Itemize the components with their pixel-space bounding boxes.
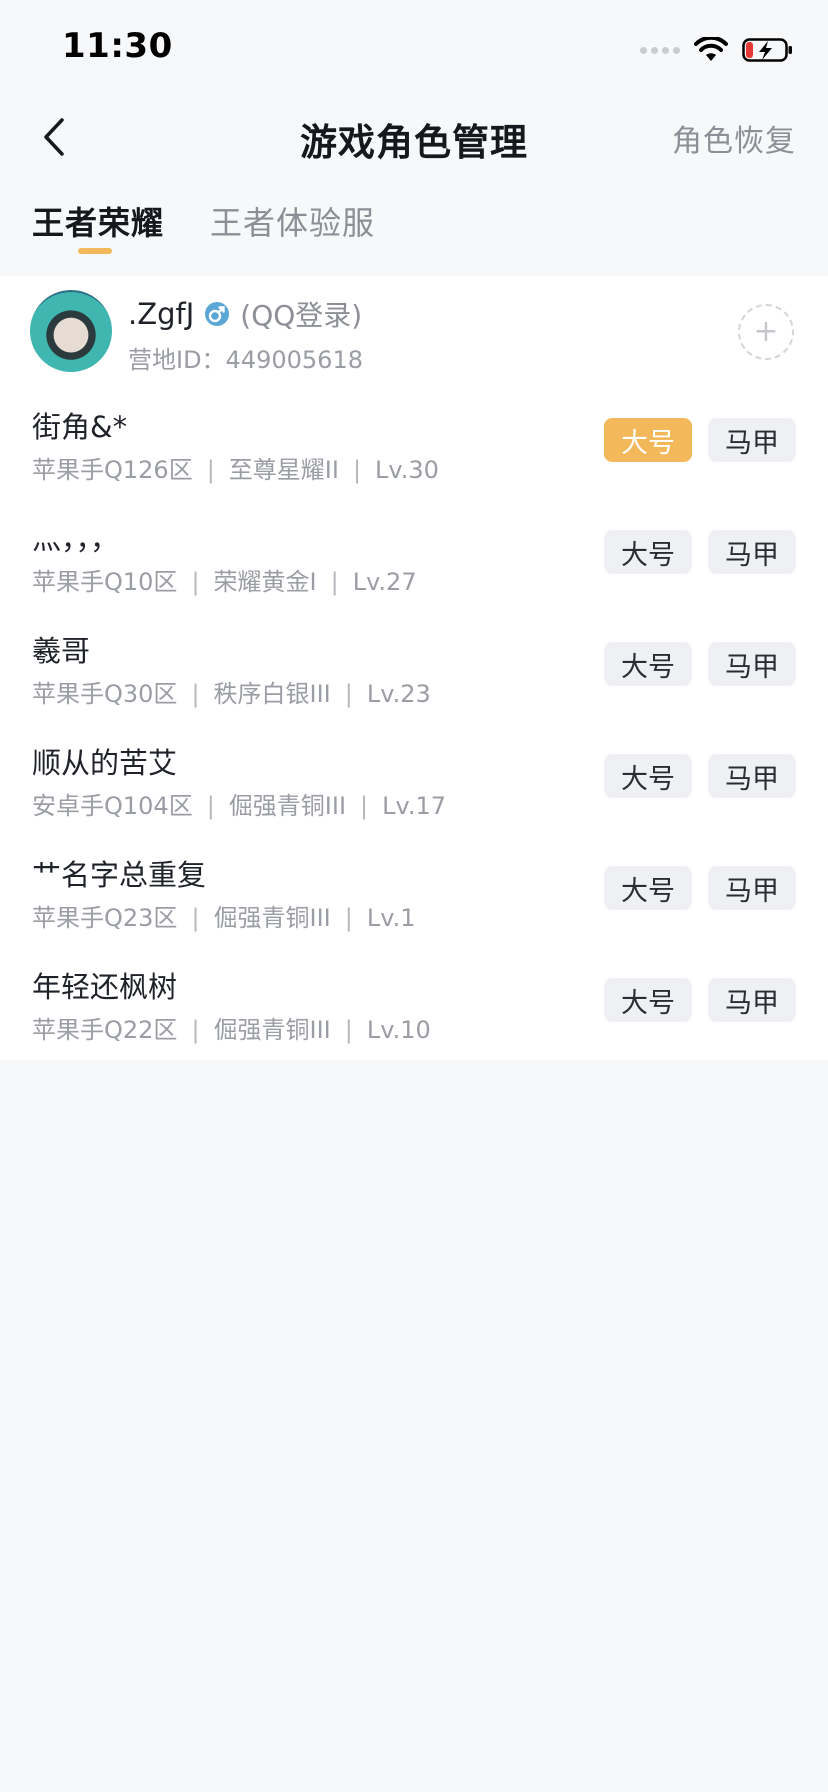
status-bar: 11:30	[0, 0, 828, 100]
role-rank: 秩序白银III	[213, 680, 331, 708]
battery-charging-icon	[742, 38, 792, 62]
male-icon	[205, 302, 230, 326]
role-rank: 倔强青铜III	[213, 904, 331, 932]
alt-account-button[interactable]: 马甲	[708, 978, 796, 1022]
alt-account-button[interactable]: 马甲	[708, 642, 796, 686]
role-server: 安卓手Q104区	[32, 792, 193, 820]
role-card: .ZgfJ (QQ登录) 营地ID：449005618 + 街角&* 苹果手Q1…	[0, 276, 828, 1060]
role-level: Lv.23	[366, 680, 431, 708]
role-row[interactable]: 艹名字总重复 苹果手Q23区 | 倔强青铜III | Lv.1 大号 马甲	[0, 852, 828, 964]
role-row[interactable]: 顺从的苦艾 安卓手Q104区 | 倔强青铜III | Lv.17 大号 马甲	[0, 740, 828, 852]
nav-bar: 游戏角色管理 角色恢复	[0, 100, 828, 174]
game-tabs: 王者荣耀 王者体验服	[0, 190, 828, 264]
camp-id: 营地ID：449005618	[128, 346, 363, 374]
role-level: Lv.10	[366, 1016, 431, 1044]
account-name-line: .ZgfJ (QQ登录)	[128, 294, 362, 334]
account-name: .ZgfJ	[128, 297, 195, 331]
role-name: 羲哥	[32, 634, 91, 668]
role-level: Lv.1	[366, 904, 416, 932]
role-meta: 安卓手Q104区 | 倔强青铜III | Lv.17	[32, 792, 447, 820]
role-server: 苹果手Q23区	[32, 904, 178, 932]
role-server: 苹果手Q22区	[32, 1016, 178, 1044]
role-row[interactable]: 羲哥 苹果手Q30区 | 秩序白银III | Lv.23 大号 马甲	[0, 628, 828, 740]
tab-honor-of-kings[interactable]: 王者荣耀	[32, 198, 164, 244]
role-meta: 苹果手Q22区 | 倔强青铜III | Lv.10	[32, 1016, 431, 1044]
role-name: 年轻还枫树	[32, 970, 178, 1004]
status-icons	[640, 32, 794, 68]
main-account-button[interactable]: 大号	[604, 642, 692, 686]
add-account-button[interactable]: +	[738, 304, 794, 360]
role-server: 苹果手Q126区	[32, 456, 193, 484]
plus-icon: +	[753, 314, 779, 349]
role-meta: 苹果手Q30区 | 秩序白银III | Lv.23	[32, 680, 431, 708]
account-row: .ZgfJ (QQ登录) 营地ID：449005618 +	[0, 276, 828, 386]
role-rank: 倔强青铜III	[213, 1016, 331, 1044]
role-name: 灬，，，	[32, 522, 120, 556]
cellular-signal-icon	[640, 46, 680, 54]
role-name: 顺从的苦艾	[32, 746, 178, 780]
tab-active-indicator	[78, 248, 112, 254]
login-type: (QQ登录)	[240, 299, 363, 332]
status-time: 11:30	[62, 26, 173, 66]
tab-experience-server[interactable]: 王者体验服	[210, 198, 375, 244]
role-name: 街角&*	[32, 410, 128, 444]
alt-account-button[interactable]: 马甲	[708, 418, 796, 462]
role-level: Lv.30	[375, 456, 439, 484]
role-name: 艹名字总重复	[32, 858, 207, 892]
role-meta: 苹果手Q10区 | 荣耀黄金I | Lv.27	[32, 568, 417, 596]
role-row[interactable]: 街角&* 苹果手Q126区 | 至尊星耀II | Lv.30 大号 马甲	[0, 404, 828, 516]
alt-account-button[interactable]: 马甲	[708, 754, 796, 798]
main-account-button[interactable]: 大号	[604, 418, 692, 462]
alt-account-button[interactable]: 马甲	[708, 866, 796, 910]
role-level: Lv.27	[352, 568, 417, 596]
role-row[interactable]: 灬，，， 苹果手Q10区 | 荣耀黄金I | Lv.27 大号 马甲	[0, 516, 828, 628]
avatar	[30, 290, 112, 372]
main-account-button[interactable]: 大号	[604, 978, 692, 1022]
role-row[interactable]: 年轻还枫树 苹果手Q22区 | 倔强青铜III | Lv.10 大号 马甲	[0, 964, 828, 1076]
role-server: 苹果手Q10区	[32, 568, 178, 596]
wifi-icon	[694, 37, 728, 61]
role-server: 苹果手Q30区	[32, 680, 178, 708]
role-meta: 苹果手Q23区 | 倔强青铜III | Lv.1	[32, 904, 416, 932]
role-rank: 荣耀黄金I	[213, 568, 317, 596]
role-meta: 苹果手Q126区 | 至尊星耀II | Lv.30	[32, 456, 439, 484]
role-level: Lv.17	[382, 792, 447, 820]
main-account-button[interactable]: 大号	[604, 754, 692, 798]
main-account-button[interactable]: 大号	[604, 530, 692, 574]
role-rank: 倔强青铜III	[228, 792, 347, 820]
alt-account-button[interactable]: 马甲	[708, 530, 796, 574]
main-account-button[interactable]: 大号	[604, 866, 692, 910]
role-rank: 至尊星耀II	[228, 456, 339, 484]
role-recovery-button[interactable]: 角色恢复	[672, 116, 796, 160]
